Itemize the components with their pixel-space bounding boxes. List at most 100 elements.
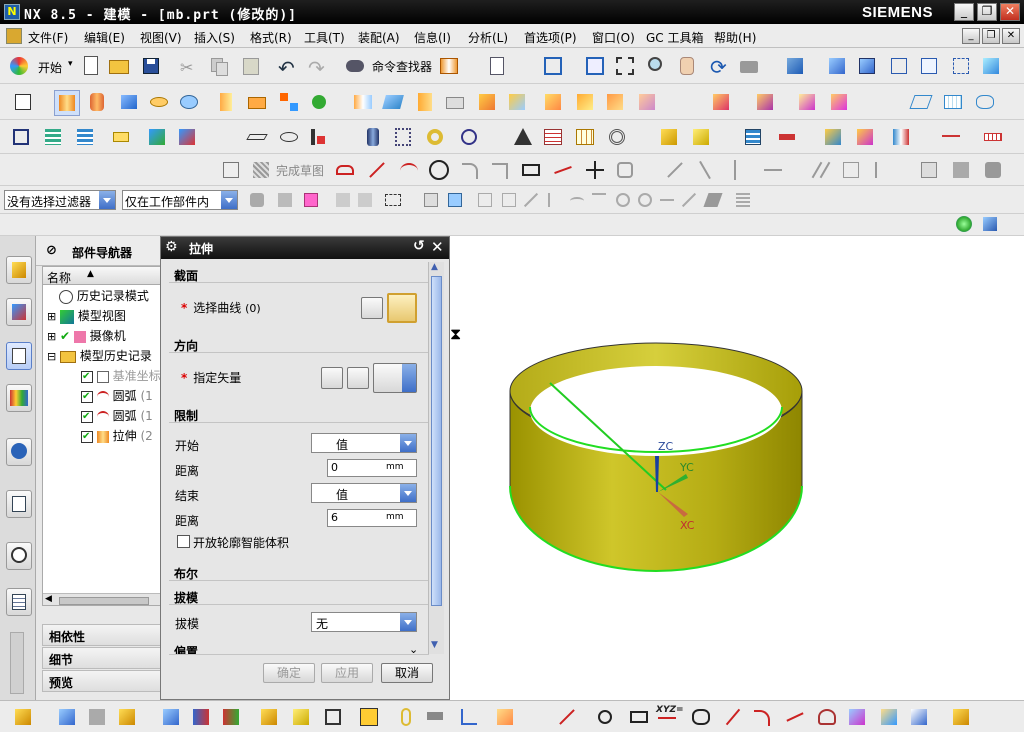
chamfer-icon[interactable] bbox=[444, 91, 466, 113]
offset-group-header[interactable]: 偏置 bbox=[169, 637, 429, 655]
draft-icon[interactable] bbox=[506, 91, 528, 113]
block-icon[interactable] bbox=[118, 91, 140, 113]
doc-close-button[interactable]: ✕ bbox=[1002, 28, 1020, 44]
tool-icon[interactable] bbox=[176, 126, 198, 148]
section-group-header[interactable]: 截面 bbox=[169, 261, 429, 283]
drill-icon[interactable] bbox=[424, 706, 446, 728]
graphics-window[interactable]: ⧗ ZC YC XC bbox=[450, 236, 1024, 700]
expand-plus-icon[interactable]: ⊞ bbox=[47, 330, 56, 343]
rotate-icon[interactable]: ⟳ bbox=[708, 55, 730, 79]
reuse-library-tab[interactable] bbox=[6, 384, 32, 412]
measure-angle-icon[interactable] bbox=[278, 126, 300, 148]
close-icon[interactable]: ✕ bbox=[431, 238, 444, 256]
scroll-down-icon[interactable]: ▼ bbox=[431, 640, 438, 650]
hd3d-tools-tab[interactable] bbox=[6, 438, 32, 466]
wireframe-icon[interactable] bbox=[888, 55, 910, 77]
tangent-snap-icon[interactable] bbox=[588, 189, 610, 211]
xyz-function-icon[interactable]: XYZ= bbox=[656, 705, 684, 727]
constraint-sketch-icon[interactable] bbox=[762, 159, 784, 181]
trim-icon[interactable] bbox=[664, 159, 686, 181]
shaded-view-icon[interactable] bbox=[784, 55, 806, 77]
snap-settings-icon[interactable] bbox=[732, 189, 754, 211]
fit-view-icon[interactable] bbox=[542, 55, 564, 77]
polygon-icon[interactable] bbox=[690, 706, 712, 728]
measure-body-icon[interactable] bbox=[308, 126, 330, 148]
minimize-button[interactable]: _ bbox=[954, 3, 974, 21]
auto-constrain-icon[interactable] bbox=[950, 159, 972, 181]
point-on-face-snap-icon[interactable] bbox=[678, 189, 700, 211]
scrollbar-thumb[interactable] bbox=[431, 276, 442, 606]
bounded-grid-snap-icon[interactable] bbox=[702, 189, 724, 211]
control-point-snap-icon[interactable] bbox=[520, 189, 542, 211]
inferred-vector-select[interactable] bbox=[373, 363, 417, 393]
menu-format[interactable]: 格式(R) bbox=[250, 29, 292, 46]
hole-icon[interactable] bbox=[216, 91, 238, 113]
menu-preferences[interactable]: 首选项(P) bbox=[524, 29, 577, 46]
unite-icon[interactable] bbox=[310, 91, 332, 113]
constraint-icon[interactable] bbox=[776, 126, 798, 148]
zoom-icon[interactable] bbox=[646, 55, 668, 77]
revolve-icon[interactable] bbox=[86, 91, 108, 113]
surface-icon[interactable] bbox=[909, 91, 933, 113]
tree-item-camera[interactable]: ⊞ ✔ 摄像机 bbox=[47, 327, 126, 347]
sketch-display-icon[interactable] bbox=[982, 159, 1004, 181]
menu-assembly[interactable]: 装配(A) bbox=[358, 29, 400, 46]
dependencies-section[interactable]: 相依性 bbox=[42, 624, 164, 646]
sequence-icon[interactable] bbox=[890, 126, 912, 148]
quadrant-snap-icon[interactable] bbox=[612, 189, 634, 211]
command-finder-icon[interactable] bbox=[344, 55, 366, 77]
profile-icon[interactable] bbox=[334, 159, 356, 181]
select-curve-button[interactable] bbox=[387, 293, 417, 323]
chevron-down-icon[interactable] bbox=[400, 613, 416, 631]
arc-icon[interactable] bbox=[398, 159, 420, 181]
start-label[interactable]: 开始 bbox=[38, 59, 62, 76]
perspective-icon[interactable] bbox=[738, 55, 760, 77]
new-file-icon[interactable] bbox=[80, 55, 102, 77]
delete-face-icon[interactable] bbox=[754, 91, 776, 113]
pattern-face-icon[interactable] bbox=[494, 706, 516, 728]
tree-item-datum-csys[interactable]: ✔ 基准坐标 bbox=[81, 367, 161, 387]
mesh-surface-icon[interactable] bbox=[942, 91, 964, 113]
hidden-edge-icon[interactable] bbox=[918, 55, 940, 77]
reverse-direction-button[interactable] bbox=[321, 367, 343, 389]
vector-dialog-button[interactable] bbox=[347, 367, 369, 389]
extrude-icon[interactable] bbox=[54, 90, 80, 116]
chevron-down-icon[interactable]: ⌄ bbox=[409, 643, 418, 656]
web-browser-tab[interactable] bbox=[6, 490, 32, 518]
display-mode-icon[interactable] bbox=[438, 55, 460, 77]
midpoint-snap-icon[interactable] bbox=[498, 189, 520, 211]
boss-icon[interactable] bbox=[246, 91, 268, 113]
face-analysis-icon[interactable] bbox=[950, 55, 972, 77]
ok-button[interactable]: 确定 bbox=[263, 663, 315, 683]
zoom-window-icon[interactable] bbox=[614, 55, 636, 77]
scroll-up-icon[interactable]: ▲ bbox=[431, 262, 438, 272]
menu-edit[interactable]: 编辑(E) bbox=[84, 29, 125, 46]
arc-center-snap-icon[interactable] bbox=[566, 189, 588, 211]
resize-face-icon[interactable] bbox=[828, 91, 850, 113]
finish-sketch-icon[interactable] bbox=[250, 159, 272, 181]
checkbox-checked-icon[interactable]: ✔ bbox=[81, 430, 93, 443]
chamfer-sketch-icon[interactable] bbox=[490, 159, 512, 181]
tree-item-arc-1[interactable]: ✔ 圆弧 (1 bbox=[81, 387, 153, 407]
reposition-icon[interactable] bbox=[220, 706, 242, 728]
cylinder-feature-icon[interactable] bbox=[362, 126, 384, 148]
pan-icon[interactable] bbox=[676, 55, 698, 77]
tree-item-arc-2[interactable]: ✔ 圆弧 (1 bbox=[81, 407, 153, 427]
offset-face-icon[interactable] bbox=[604, 91, 626, 113]
direction-group-header[interactable]: 方向 bbox=[169, 331, 429, 353]
assembly-load-icon[interactable] bbox=[12, 706, 34, 728]
tree-item-model-views[interactable]: ⊞ 模型视图 bbox=[47, 307, 126, 327]
intersect-icon[interactable] bbox=[382, 91, 404, 113]
body-select-icon[interactable] bbox=[444, 189, 466, 211]
wcs-icon[interactable] bbox=[146, 126, 168, 148]
tree-structure-icon[interactable] bbox=[458, 706, 480, 728]
layer-visible-icon[interactable] bbox=[74, 126, 96, 148]
column-header[interactable]: 名称 ▲ bbox=[43, 267, 163, 285]
history-tab[interactable] bbox=[6, 542, 32, 570]
menu-analysis[interactable]: 分析(L) bbox=[468, 29, 508, 46]
component-pattern-icon[interactable] bbox=[290, 706, 312, 728]
line-tool-icon[interactable] bbox=[556, 706, 578, 728]
ruler-icon[interactable] bbox=[982, 126, 1004, 148]
parallel-icon[interactable] bbox=[811, 159, 834, 181]
doc-minimize-button[interactable]: _ bbox=[962, 28, 980, 44]
